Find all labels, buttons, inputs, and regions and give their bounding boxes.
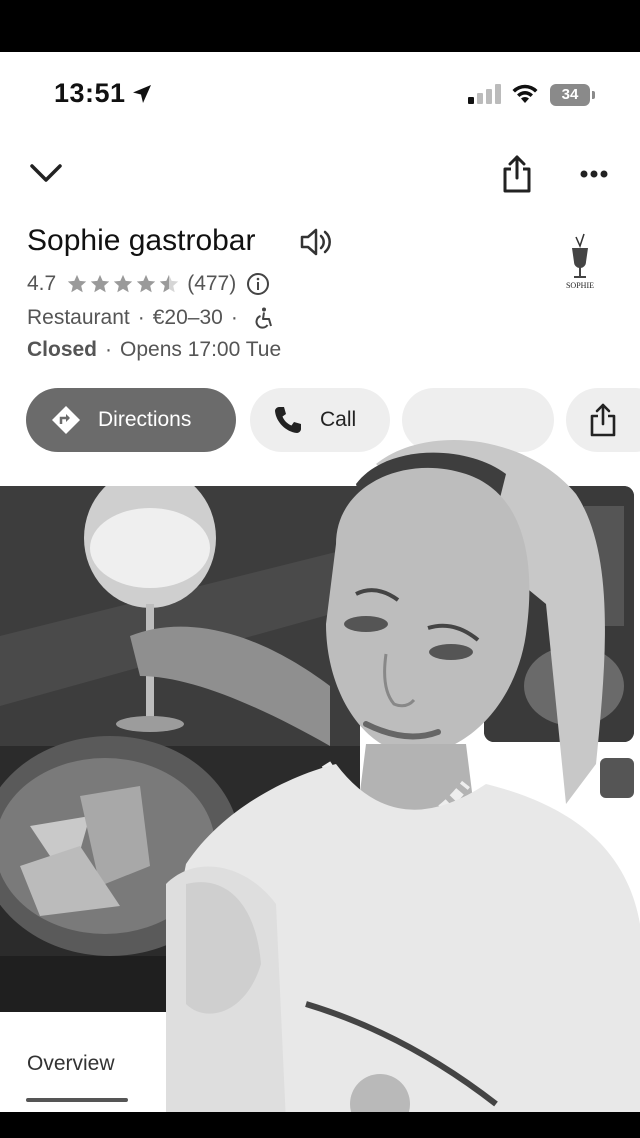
signal-icon [468, 84, 501, 104]
status-time: 13:51 [54, 78, 126, 108]
place-category: Restaurant [27, 306, 130, 329]
hours-row[interactable]: Closed · Opens 17:00 Tue [27, 336, 281, 364]
battery-level: 34 [550, 84, 590, 106]
maps-place-sheet: 13:51 34 Sophie gastrobar SOPHIE 4.7 (47… [0, 52, 640, 1112]
open-status: Closed [27, 338, 98, 361]
opening-time: Opens 17:00 Tue [120, 338, 282, 361]
person-image [166, 440, 640, 1112]
directions-icon [52, 406, 80, 434]
place-title: Sophie gastrobar [27, 224, 256, 257]
share-icon[interactable] [500, 154, 534, 194]
phone-frame: 13:51 34 Sophie gastrobar SOPHIE 4.7 (47… [0, 0, 640, 1138]
more-icon[interactable] [576, 164, 612, 184]
category-price-row: Restaurant · €20–30 · [27, 304, 276, 332]
rating-stars [66, 273, 181, 295]
chevron-down-icon[interactable] [28, 160, 64, 186]
battery-icon: 34 [550, 84, 596, 106]
tab-active-indicator [26, 1098, 128, 1102]
wifi-icon [512, 84, 538, 103]
accessibility-icon [255, 307, 272, 329]
star-icon [137, 274, 156, 293]
info-icon[interactable] [246, 272, 270, 296]
restaurant-logo: SOPHIE [566, 233, 594, 290]
person-video-overlay [166, 404, 640, 1112]
star-half-icon [160, 274, 179, 293]
review-count: (477) [187, 272, 237, 295]
speaker-icon[interactable] [298, 226, 334, 258]
star-icon [91, 274, 110, 293]
price-range: €20–30 [152, 306, 223, 329]
separator-dot: · [137, 306, 145, 329]
rating-row[interactable]: 4.7 (477) [27, 270, 270, 298]
separator-dot: · [105, 338, 113, 361]
rating-value: 4.7 [27, 272, 57, 295]
location-arrow-icon [133, 85, 151, 103]
star-icon [68, 274, 87, 293]
star-icon [114, 274, 133, 293]
status-bar: 13:51 34 [0, 52, 640, 136]
logo-text: SOPHIE [566, 281, 594, 290]
separator-dot: · [230, 306, 238, 329]
tab-overview[interactable]: Overview [27, 1052, 115, 1076]
battery-nub [592, 91, 595, 99]
